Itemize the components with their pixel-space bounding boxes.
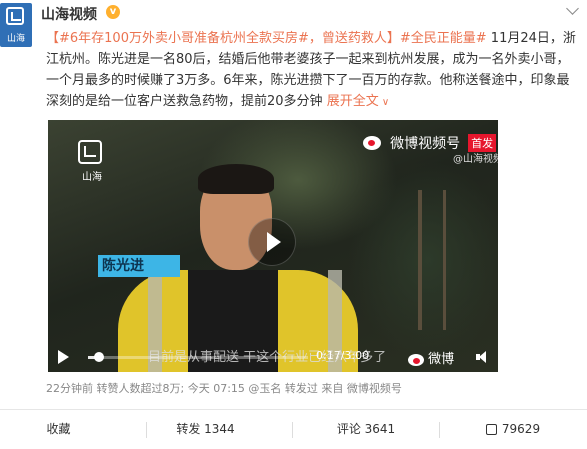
weibo-logo-icon [363, 135, 381, 150]
verified-icon: v [106, 5, 120, 19]
favorite-button[interactable]: 收藏 [0, 410, 117, 449]
video-time: 0:17/3:00 [316, 349, 370, 362]
hashtag-link[interactable]: #全民正能量# [400, 31, 487, 46]
first-release-badge: 首发 [468, 133, 497, 152]
progress-bar[interactable] [88, 352, 308, 362]
avatar[interactable]: 山海 [0, 3, 32, 47]
chevron-down-icon[interactable] [566, 2, 579, 15]
expand-button[interactable]: 展开全文 [327, 94, 390, 109]
post-meta: 22分钟前 转赞人数超过8万; 今天 07:15 @玉名 转发过 来自 微博视频… [46, 382, 402, 395]
name-caption: 陈光进 [98, 255, 180, 277]
action-bar: 收藏 转发 1344 评论 3641 79629 [0, 410, 587, 449]
weibo-control[interactable]: 微博 [408, 348, 454, 367]
weibo-video-watermark: 微博视频号 首发 @山海视频 [363, 132, 498, 165]
video-player[interactable]: 山海 微博视频号 首发 @山海视频 陈光进 目前是从事配送 干这个行业已经六年多… [48, 120, 498, 372]
author-name[interactable]: 山海视频 [41, 4, 97, 24]
fullscreen-icon[interactable] [378, 350, 392, 364]
shanhai-logo-icon [6, 7, 24, 25]
weibo-logo-icon [408, 353, 424, 366]
video-controls: 0:17/3:00 微博 [48, 342, 498, 372]
thumbs-up-icon [485, 424, 497, 435]
play-icon[interactable] [58, 350, 69, 364]
forward-button[interactable]: 转发 1344 [147, 410, 264, 449]
post-text: 【#6年存100万外卖小哥准备杭州全款买房#，曾送药救人】#全民正能量# 11月… [46, 28, 582, 113]
like-count: 79629 [501, 422, 541, 436]
avatar-text: 山海 [6, 34, 25, 44]
volume-icon[interactable] [476, 351, 488, 363]
comment-button[interactable]: 评论 3641 [293, 410, 439, 449]
progress-knob[interactable] [94, 352, 104, 362]
like-button[interactable]: 79629 [439, 410, 587, 449]
play-overlay-icon[interactable] [248, 218, 296, 266]
topic-link[interactable]: 【#6年存100万外卖小哥准备杭州全款买房#，曾送药救人】 [46, 31, 400, 46]
shanhai-watermark-icon: 山海 [76, 140, 108, 184]
